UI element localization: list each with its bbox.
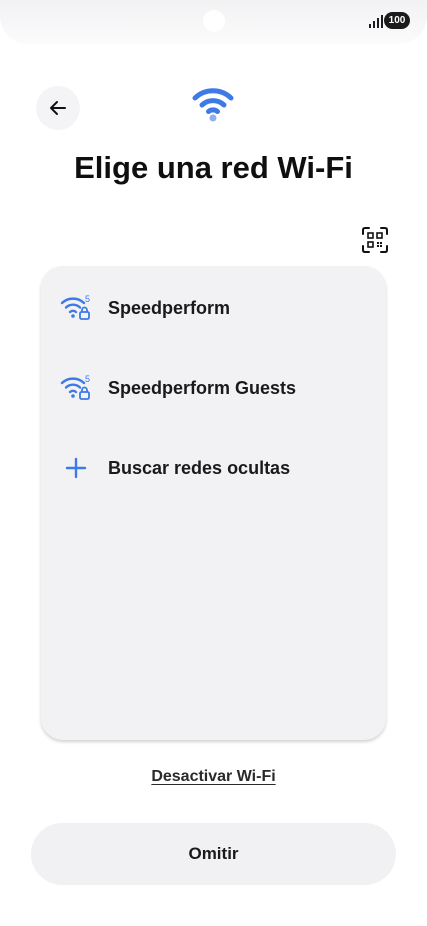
wifi-lock-icon: 5 <box>59 293 93 323</box>
back-button[interactable] <box>36 86 80 130</box>
network-name: Speedperform <box>108 297 231 318</box>
wifi-lock-icon: 5 <box>59 373 93 403</box>
qr-scan-button[interactable] <box>360 225 390 255</box>
skip-button[interactable]: Omitir <box>31 823 396 885</box>
battery-icon: 100 <box>384 12 410 29</box>
network-name: Speedperform Guests <box>108 377 297 398</box>
svg-text:5: 5 <box>85 294 90 304</box>
qr-code-icon <box>362 227 388 253</box>
add-hidden-network-button[interactable]: Buscar redes ocultas <box>41 440 386 496</box>
network-item-speedperform[interactable]: 5 Speedperform <box>41 280 386 336</box>
disable-wifi-link[interactable]: Desactivar Wi-Fi <box>0 768 427 786</box>
arrow-left-icon <box>50 101 66 115</box>
plus-icon <box>59 453 93 483</box>
wifi-icon <box>192 88 234 122</box>
network-item-speedperform-guests[interactable]: 5 Speedperform Guests <box>41 360 386 416</box>
page-title: Elige una red Wi-Fi <box>74 150 353 185</box>
wifi-setup-screen: 100 Elige una red Wi-Fi 5 Speedperform 5… <box>0 0 427 926</box>
camera-cutout <box>203 10 225 32</box>
svg-text:5: 5 <box>85 374 90 384</box>
signal-icon <box>369 15 383 28</box>
network-list: 5 Speedperform 5 Speedperform Guests Bus… <box>41 266 386 740</box>
status-bar: 100 <box>0 0 427 44</box>
add-network-label: Buscar redes ocultas <box>108 457 291 478</box>
